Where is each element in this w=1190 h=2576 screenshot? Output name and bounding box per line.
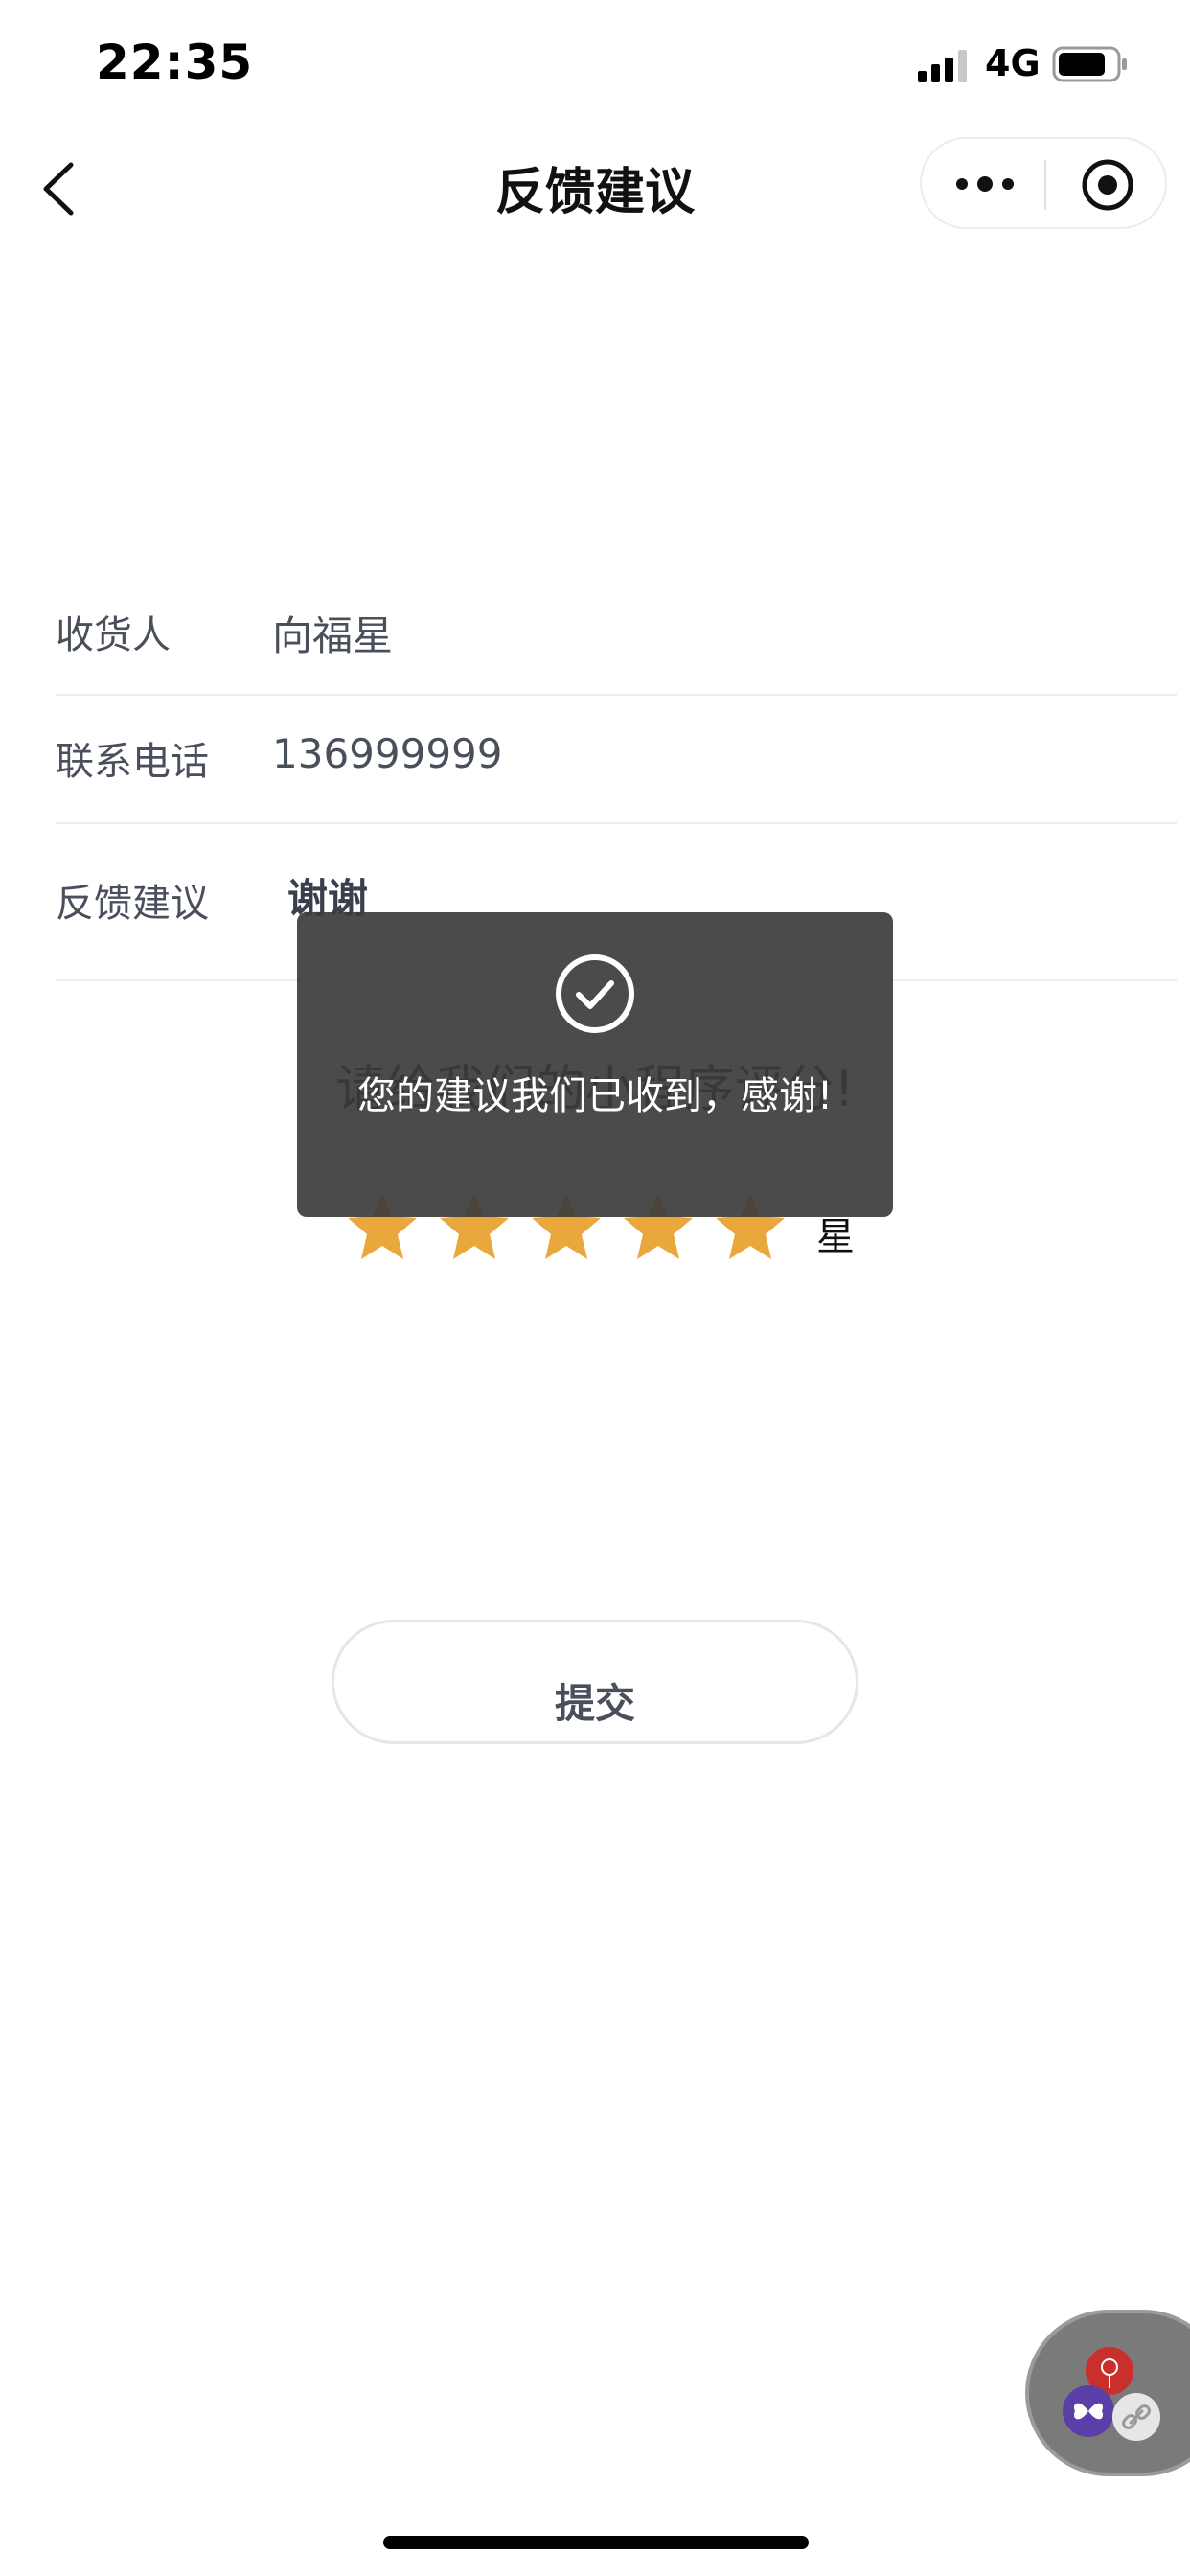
check-circle-icon <box>556 954 634 1033</box>
link-icon <box>1112 2393 1160 2441</box>
capsule-divider <box>1044 160 1046 210</box>
target-circle-icon[interactable] <box>1079 156 1136 214</box>
toast-message: 您的建议我们已收到，感谢! <box>356 1074 834 1118</box>
phone-value[interactable]: 136999999 <box>272 730 503 777</box>
home-indicator <box>383 2536 809 2549</box>
signal-icon <box>918 50 967 82</box>
row-divider <box>56 822 1177 824</box>
status-time: 22:35 <box>96 34 254 90</box>
purple-app-icon <box>1063 2385 1114 2437</box>
menu-capsule <box>920 137 1167 229</box>
submit-button[interactable]: 提交 <box>332 1620 858 1744</box>
recipient-label: 收货人 <box>56 613 171 657</box>
feedback-label: 反馈建议 <box>56 882 209 926</box>
row-divider <box>56 694 1177 696</box>
battery-icon <box>1052 46 1127 82</box>
phone-label: 联系电话 <box>56 740 209 784</box>
network-label: 4G <box>985 42 1041 84</box>
toast: 您的建议我们已收到，感谢! <box>297 912 893 1217</box>
recipient-value[interactable]: 向福星 <box>272 604 393 662</box>
status-bar: 22:35 4G <box>0 0 1190 134</box>
floating-widget[interactable] <box>1025 2310 1190 2476</box>
more-dots-icon[interactable] <box>954 168 1016 200</box>
